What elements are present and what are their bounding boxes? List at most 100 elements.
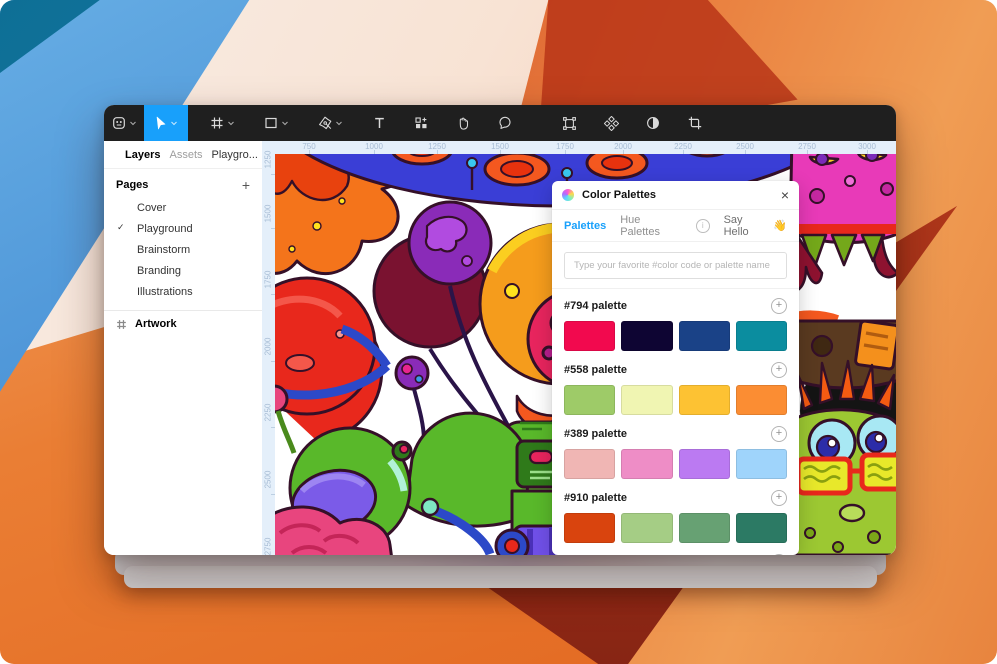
pages-header: Pages — [116, 179, 148, 191]
tab-hue-palettes[interactable]: Hue Palettes — [620, 214, 682, 238]
chevron-down-icon — [227, 119, 235, 127]
check-icon: ✓ — [117, 222, 125, 233]
hand-tool-button[interactable] — [446, 105, 480, 141]
ruler-tick — [271, 174, 275, 175]
palette-item: #794 palette + — [552, 289, 799, 353]
frame-tool-button[interactable] — [198, 105, 246, 141]
color-swatch[interactable] — [621, 513, 672, 543]
ruler-tick — [807, 150, 808, 154]
boolean-operations-button[interactable] — [594, 105, 628, 141]
main-menu-button[interactable] — [104, 105, 144, 141]
rectangle-icon — [264, 116, 278, 130]
tab-layers[interactable]: Layers — [125, 149, 160, 161]
text-tool-button[interactable] — [362, 105, 396, 141]
palette-item-header: #712 palette+ — [564, 554, 787, 555]
edit-object-button[interactable] — [552, 105, 586, 141]
shape-tool-button[interactable] — [252, 105, 300, 141]
palette-search-input[interactable] — [564, 252, 787, 279]
chevron-down-icon — [335, 119, 343, 127]
pages-list: Cover✓PlaygroundBrainstormBrandingIllust… — [104, 197, 262, 302]
ruler-number: 2500 — [264, 467, 273, 493]
add-palette-button[interactable]: + — [771, 298, 787, 314]
ruler-tick — [271, 228, 275, 229]
chevron-down-icon — [129, 119, 137, 127]
palette-item-header: #910 palette + — [564, 490, 787, 506]
ruler-number: 1250 — [264, 147, 273, 173]
color-swatch[interactable] — [564, 385, 615, 415]
info-icon[interactable]: i — [696, 219, 710, 233]
palette-item-header: #558 palette+ — [564, 362, 787, 378]
color-swatch[interactable] — [679, 449, 730, 479]
mask-button[interactable] — [636, 105, 670, 141]
color-swatch[interactable] — [679, 321, 730, 351]
palette-item: #558 palette+ — [552, 353, 799, 417]
page-label: Playground — [137, 223, 193, 235]
ruler-tick — [271, 427, 275, 428]
hand-icon — [456, 116, 470, 130]
crop-button[interactable] — [678, 105, 712, 141]
canvas[interactable]: 750100012501500175020002250250027503000 … — [262, 141, 896, 555]
ruler-tick — [683, 150, 684, 154]
page-item-cover[interactable]: Cover — [104, 197, 262, 218]
ruler-tick — [437, 150, 438, 154]
color-swatch[interactable] — [621, 449, 672, 479]
close-icon[interactable]: × — [781, 190, 789, 200]
page-selector-label: Playgro... — [212, 149, 258, 161]
swatch-row — [564, 321, 787, 351]
page-item-branding[interactable]: Branding — [104, 260, 262, 281]
ruler-tick — [623, 150, 624, 154]
move-tool-button[interactable] — [144, 105, 188, 141]
palette-item-header: #389 palette+ — [564, 426, 787, 442]
text-icon — [373, 116, 386, 130]
ruler-tick — [309, 150, 310, 154]
tab-assets[interactable]: Assets — [169, 149, 202, 161]
add-page-button[interactable]: + — [242, 180, 250, 190]
components-icon — [414, 116, 428, 130]
palette-item: #389 palette+ — [552, 417, 799, 481]
add-palette-button[interactable]: + — [771, 554, 787, 555]
background-window-3[interactable] — [124, 566, 877, 588]
page-item-brainstorm[interactable]: Brainstorm — [104, 239, 262, 260]
tab-say-hello[interactable]: Say Hello 👋 — [724, 214, 787, 238]
tab-palettes[interactable]: Palettes — [564, 220, 606, 232]
palette-list: #794 palette+#558 palette+#389 palette+#… — [552, 289, 799, 555]
add-palette-button[interactable]: + — [771, 426, 787, 442]
chevron-down-icon — [170, 119, 178, 127]
swatch-row — [564, 513, 787, 543]
add-palette-button[interactable]: + — [771, 362, 787, 378]
color-swatch[interactable] — [736, 513, 787, 543]
cursor-icon — [154, 116, 167, 130]
color-swatch[interactable] — [564, 449, 615, 479]
color-swatch[interactable] — [679, 513, 730, 543]
color-swatch[interactable] — [736, 449, 787, 479]
horizontal-ruler[interactable]: 750100012501500175020002250250027503000 — [262, 141, 896, 154]
main-menu-icon — [112, 116, 126, 130]
color-swatch[interactable] — [621, 321, 672, 351]
color-swatch[interactable] — [564, 321, 615, 351]
mask-icon — [646, 116, 660, 130]
frame-icon — [210, 116, 224, 130]
color-swatch[interactable] — [564, 513, 615, 543]
edit-object-icon — [562, 116, 577, 131]
add-palette-button[interactable]: + — [771, 490, 787, 506]
color-swatch[interactable] — [736, 321, 787, 351]
vertical-ruler[interactable]: 1250150017502000225025002750 — [262, 141, 275, 555]
page-label: Branding — [137, 265, 181, 277]
pen-tool-button[interactable] — [306, 105, 354, 141]
page-label: Cover — [137, 202, 166, 214]
color-swatch[interactable] — [679, 385, 730, 415]
comment-tool-button[interactable] — [488, 105, 522, 141]
pages-scroll-fade — [104, 296, 262, 306]
layer-item-artwork[interactable]: Artwork — [104, 311, 262, 337]
pen-icon — [318, 116, 332, 130]
color-swatch[interactable] — [621, 385, 672, 415]
ruler-number: 1500 — [264, 201, 273, 227]
resources-tool-button[interactable] — [404, 105, 438, 141]
swatch-row — [564, 385, 787, 415]
page-item-playground[interactable]: ✓ Playground — [104, 218, 262, 239]
color-swatch[interactable] — [736, 385, 787, 415]
palette-name: #910 palette — [564, 492, 627, 504]
ruler-tick — [271, 294, 275, 295]
ruler-number: 2750 — [264, 534, 273, 556]
palette-name: #794 palette — [564, 300, 627, 312]
